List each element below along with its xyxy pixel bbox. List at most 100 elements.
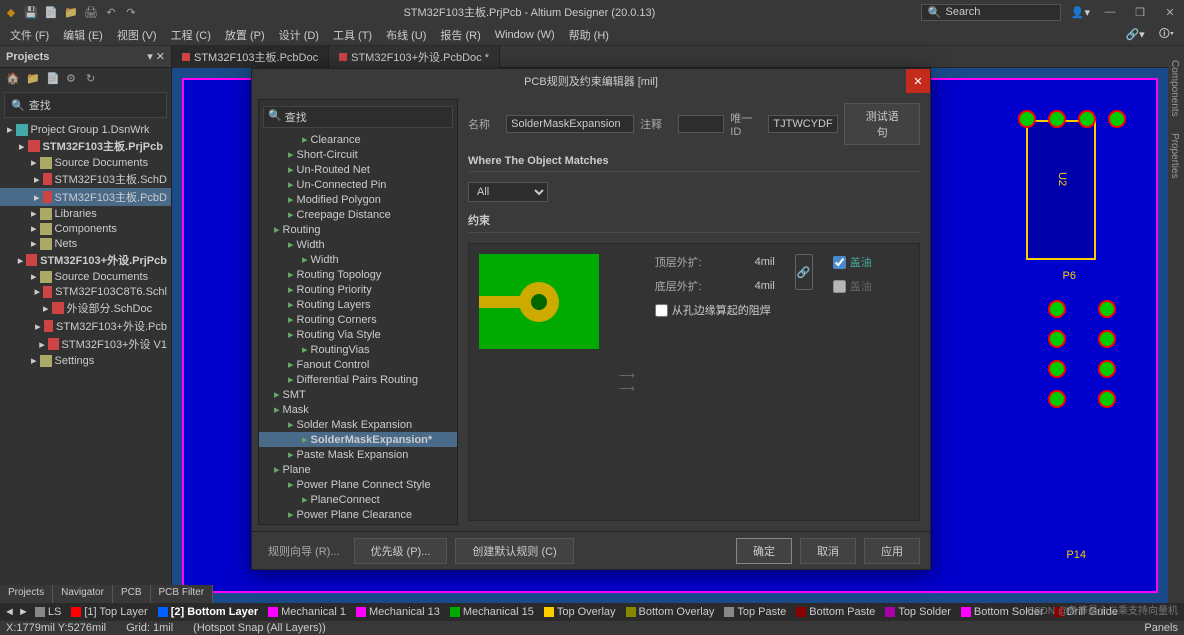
menu-item[interactable]: 工程 (C) bbox=[165, 25, 217, 45]
project-tree-item[interactable]: ▸Components bbox=[0, 221, 171, 236]
project-tree-item[interactable]: ▸Source Documents bbox=[0, 155, 171, 170]
rule-tree-item[interactable]: ▸Width bbox=[259, 237, 457, 252]
create-defaults-button[interactable]: 创建默认规则 (C) bbox=[455, 538, 573, 564]
rule-tree-item[interactable]: ▸Routing Layers bbox=[259, 297, 457, 312]
rule-tree-item[interactable]: ▸PlaneClearance bbox=[259, 522, 457, 525]
menu-item[interactable]: 文件 (F) bbox=[4, 25, 55, 45]
maximize-button[interactable]: ❐ bbox=[1130, 6, 1150, 19]
user-icon[interactable]: 👤▾ bbox=[1071, 6, 1090, 19]
rule-tree-item[interactable]: ▸Un-Connected Pin bbox=[259, 177, 457, 192]
project-tree-item[interactable]: ▸Settings bbox=[0, 353, 171, 368]
bottom-tab[interactable]: PCB bbox=[113, 585, 151, 603]
from-hole-checkbox[interactable] bbox=[655, 304, 668, 317]
rule-tree-item[interactable]: ▸Differential Pairs Routing bbox=[259, 372, 457, 387]
project-tree-item[interactable]: ▸STM32F103+外设.Pcb bbox=[0, 317, 171, 335]
project-search[interactable]: 🔍 查找 bbox=[4, 92, 167, 118]
layer-nav[interactable]: ◄ ► bbox=[4, 606, 29, 618]
rule-tree-item[interactable]: ▸Paste Mask Expansion bbox=[259, 447, 457, 462]
rule-tree-item[interactable]: ▸Clearance bbox=[259, 132, 457, 147]
project-tree-item[interactable]: ▸STM32F103+外设.PrjPcb bbox=[0, 251, 171, 269]
project-tree-item[interactable]: ▸STM32F103主板.PrjPcb bbox=[0, 137, 171, 155]
rule-tree-item[interactable]: ▸RoutingVias bbox=[259, 342, 457, 357]
bottom-tab[interactable]: Navigator bbox=[53, 585, 113, 603]
close-button[interactable]: ✕ bbox=[1160, 6, 1180, 19]
rule-tree-item[interactable]: ▸Creepage Distance bbox=[259, 207, 457, 222]
menu-item[interactable]: 报告 (R) bbox=[434, 25, 486, 45]
refresh-icon[interactable]: ↻ bbox=[86, 72, 100, 86]
layer-tab[interactable]: Mechanical 1 bbox=[264, 606, 350, 618]
layer-tab[interactable]: Mechanical 15 bbox=[446, 606, 538, 618]
layer-tab[interactable]: Top Overlay bbox=[540, 606, 620, 618]
project-tree-item[interactable]: ▸STM32F103主板.PcbD bbox=[0, 188, 171, 206]
rule-tree-item[interactable]: ▸Modified Polygon bbox=[259, 192, 457, 207]
top-expansion-value[interactable]: 4mil bbox=[725, 256, 775, 268]
name-input[interactable] bbox=[506, 115, 634, 133]
minimize-button[interactable]: — bbox=[1100, 6, 1120, 18]
rule-tree-item[interactable]: ▸Solder Mask Expansion bbox=[259, 417, 457, 432]
project-tree-item[interactable]: ▸STM32F103C8T6.Schl bbox=[0, 284, 171, 299]
menu-item[interactable]: Window (W) bbox=[489, 27, 561, 43]
layer-tab[interactable]: [1] Top Layer bbox=[67, 606, 151, 618]
settings-tool-icon[interactable]: ⚙ bbox=[66, 72, 80, 86]
notify-icon[interactable]: 🛈▾ bbox=[1153, 23, 1180, 46]
folder-tool-icon[interactable]: 📁 bbox=[26, 72, 40, 86]
project-tree-item[interactable]: ▸STM32F103主板.SchD bbox=[0, 170, 171, 188]
project-tree-item[interactable]: ▸STM32F103+外设 V1 bbox=[0, 335, 171, 353]
doc-tool-icon[interactable]: 📄 bbox=[46, 72, 60, 86]
test-query-button[interactable]: 测试语句 bbox=[844, 103, 920, 145]
bottom-tab[interactable]: PCB Filter bbox=[151, 585, 214, 603]
doc-tab[interactable]: STM32F103+外设.PcbDoc * bbox=[329, 46, 500, 68]
print-icon[interactable]: 🖨 bbox=[84, 5, 98, 19]
rule-wizard-link[interactable]: 规则向导 (R)... bbox=[262, 543, 346, 559]
dialog-close-button[interactable]: ✕ bbox=[906, 69, 930, 93]
rule-tree-item[interactable]: ▸Fanout Control bbox=[259, 357, 457, 372]
layer-tab[interactable]: [2] Bottom Layer bbox=[154, 606, 262, 618]
rule-tree-item[interactable]: ▸Routing Via Style bbox=[259, 327, 457, 342]
bottom-tab[interactable]: Projects bbox=[0, 585, 53, 603]
components-panel-tab[interactable]: Components bbox=[1168, 56, 1184, 121]
rule-tree-item[interactable]: ▸SolderMaskExpansion* bbox=[259, 432, 457, 447]
rule-tree-item[interactable]: ▸Un-Routed Net bbox=[259, 162, 457, 177]
layer-tab[interactable]: Bottom Overlay bbox=[622, 606, 719, 618]
project-tree-item[interactable]: ▸外设部分.SchDoc bbox=[0, 299, 171, 317]
share-icon[interactable]: 🔗▾ bbox=[1119, 26, 1150, 43]
layer-tab[interactable]: Top Paste bbox=[720, 606, 790, 618]
panel-menu-icon[interactable]: ▾ ✕ bbox=[147, 50, 165, 63]
comment-input[interactable] bbox=[678, 115, 724, 133]
layer-tab[interactable]: LS bbox=[31, 606, 65, 618]
layer-tab[interactable]: Top Solder bbox=[881, 606, 955, 618]
rule-tree-item[interactable]: ▸Routing Priority bbox=[259, 282, 457, 297]
apply-button[interactable]: 应用 bbox=[864, 538, 920, 564]
rule-tree-item[interactable]: ▸Power Plane Connect Style bbox=[259, 477, 457, 492]
save-icon[interactable]: 💾 bbox=[24, 5, 38, 19]
menu-item[interactable]: 视图 (V) bbox=[111, 25, 163, 45]
id-input[interactable] bbox=[768, 115, 838, 133]
project-tree-item[interactable]: ▸Libraries bbox=[0, 206, 171, 221]
global-search[interactable]: 🔍 Search bbox=[921, 4, 1061, 21]
project-tree-item[interactable]: ▸Nets bbox=[0, 236, 171, 251]
home-icon[interactable]: 🏠 bbox=[6, 72, 20, 86]
rule-tree-item[interactable]: ▸PlaneConnect bbox=[259, 492, 457, 507]
menu-item[interactable]: 放置 (P) bbox=[219, 25, 271, 45]
rule-tree-item[interactable]: ▸Routing Topology bbox=[259, 267, 457, 282]
bottom-expansion-value[interactable]: 4mil bbox=[725, 280, 775, 292]
rule-tree-item[interactable]: ▸Routing bbox=[259, 222, 457, 237]
redo-icon[interactable]: ↷ bbox=[124, 5, 138, 19]
rule-tree-item[interactable]: ▸Short-Circuit bbox=[259, 147, 457, 162]
layer-tab[interactable]: Bottom Paste bbox=[792, 606, 879, 618]
tent-bottom-checkbox[interactable] bbox=[833, 280, 846, 293]
undo-icon[interactable]: ↶ bbox=[104, 5, 118, 19]
menu-item[interactable]: 帮助 (H) bbox=[563, 25, 615, 45]
menu-item[interactable]: 编辑 (E) bbox=[57, 25, 109, 45]
rules-search[interactable]: 🔍 查找 bbox=[263, 106, 453, 128]
menu-item[interactable]: 设计 (D) bbox=[273, 25, 325, 45]
rule-tree-item[interactable]: ▸Routing Corners bbox=[259, 312, 457, 327]
tent-top-checkbox[interactable] bbox=[833, 256, 846, 269]
project-tree-item[interactable]: ▸Source Documents bbox=[0, 269, 171, 284]
folder-icon[interactable]: 📁 bbox=[64, 5, 78, 19]
layer-tab[interactable]: Mechanical 13 bbox=[352, 606, 444, 618]
menu-item[interactable]: 布线 (U) bbox=[380, 25, 432, 45]
menu-item[interactable]: 工具 (T) bbox=[327, 25, 378, 45]
doc-tab[interactable]: STM32F103主板.PcbDoc bbox=[172, 46, 329, 68]
cancel-button[interactable]: 取消 bbox=[800, 538, 856, 564]
